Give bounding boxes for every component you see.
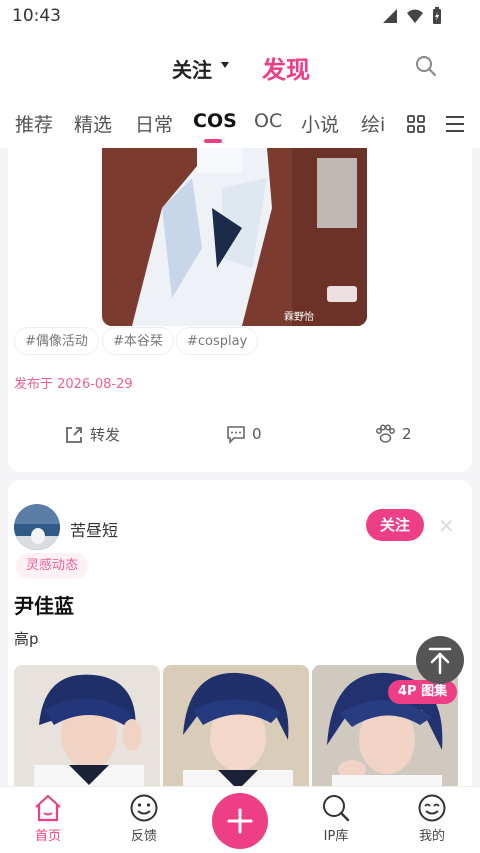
nav-ip-library-label: IP库 [323,829,349,844]
post-photo[interactable]: 霖野怡桑-1069491 [102,148,367,326]
comment-count: 0 [252,425,262,443]
cosplay-photo [102,148,367,326]
plus-icon [227,808,253,834]
post-image-thumb[interactable] [14,665,160,786]
tab-oc[interactable]: OC [254,110,282,132]
inspiration-badge: 灵感动态 [16,553,89,579]
discover-tab[interactable]: 发现 [262,50,310,85]
publish-date: 发布于 2026-08-29 [14,377,133,392]
paw-icon [376,424,395,443]
tag-character[interactable]: #本谷栞 [102,327,174,355]
nav-mine[interactable]: 我的 [402,793,462,844]
menu-icon[interactable] [444,114,466,134]
nav-home-label: 首页 [34,829,61,844]
nav-ip-library[interactable]: IP库 [306,793,366,844]
like-button[interactable]: 2 [374,424,412,444]
tab-novel[interactable]: 小说 [301,110,339,137]
tag-cosplay[interactable]: #cosplay [176,327,259,355]
comment-button[interactable]: 0 [226,424,262,444]
top-nav: 关注 发现 [0,34,480,98]
nav-mine-label: 我的 [418,829,445,844]
tag-idol-activity[interactable]: #偶像活动 [14,327,99,355]
author-name[interactable]: 苦昼短 [70,517,118,541]
create-post-button[interactable] [212,793,268,849]
avatar[interactable] [14,504,60,550]
bottom-nav: 首页 反馈 IP库 我的 [0,786,480,853]
status-bar: 10:43 [0,0,480,34]
share-label: 转发 [90,426,121,444]
status-icons [382,7,442,25]
grid-icon[interactable] [406,114,426,134]
tab-drawing[interactable]: 绘i [361,110,385,137]
signal-icon [383,9,397,23]
post-title[interactable]: 尹佳蓝 [14,590,74,619]
face-icon [418,794,446,822]
battery-icon [433,7,441,24]
comment-icon [227,426,245,444]
share-icon [66,426,82,443]
tab-cos[interactable]: COS [193,110,237,132]
tab-featured[interactable]: 精选 [74,110,112,137]
caret-down-icon[interactable] [221,62,229,68]
photo-watermark: 霖野怡桑-1069491 [284,312,314,323]
close-icon[interactable]: ✕ [438,514,455,538]
scroll-to-top-button[interactable] [416,636,464,684]
follow-tab[interactable]: 关注 [172,54,212,83]
smile-icon [130,794,158,822]
share-button[interactable]: 转发 [64,424,120,445]
tab-recommend[interactable]: 推荐 [15,110,53,137]
search-icon[interactable] [414,54,438,78]
active-tab-indicator [204,139,222,143]
post-image-thumb[interactable] [163,665,309,786]
post-card[interactable]: 霖野怡桑-1069491 #偶像活动 #本谷栞 #cosplay 发布于 202… [8,148,472,472]
status-time: 10:43 [12,6,61,26]
nav-home[interactable]: 首页 [18,793,78,844]
nav-feedback-label: 反馈 [130,829,157,844]
search-icon [323,795,350,822]
category-tabs: 推荐 精选 日常 COS OC 小说 绘i [0,98,480,148]
feed: 霖野怡桑-1069491 #偶像活动 #本谷栞 #cosplay 发布于 202… [0,148,480,786]
like-count: 2 [402,425,412,443]
nav-feedback[interactable]: 反馈 [114,793,174,844]
follow-button[interactable]: 关注 [366,509,424,541]
arrow-up-icon [428,647,452,675]
tab-daily[interactable]: 日常 [135,110,173,137]
home-icon [35,794,61,822]
post-card[interactable]: 苦昼短 关注 ✕ 灵感动态 尹佳蓝 高p 4P 图集 [8,480,472,786]
wifi-icon [407,9,423,23]
post-text: 高p [14,630,39,648]
